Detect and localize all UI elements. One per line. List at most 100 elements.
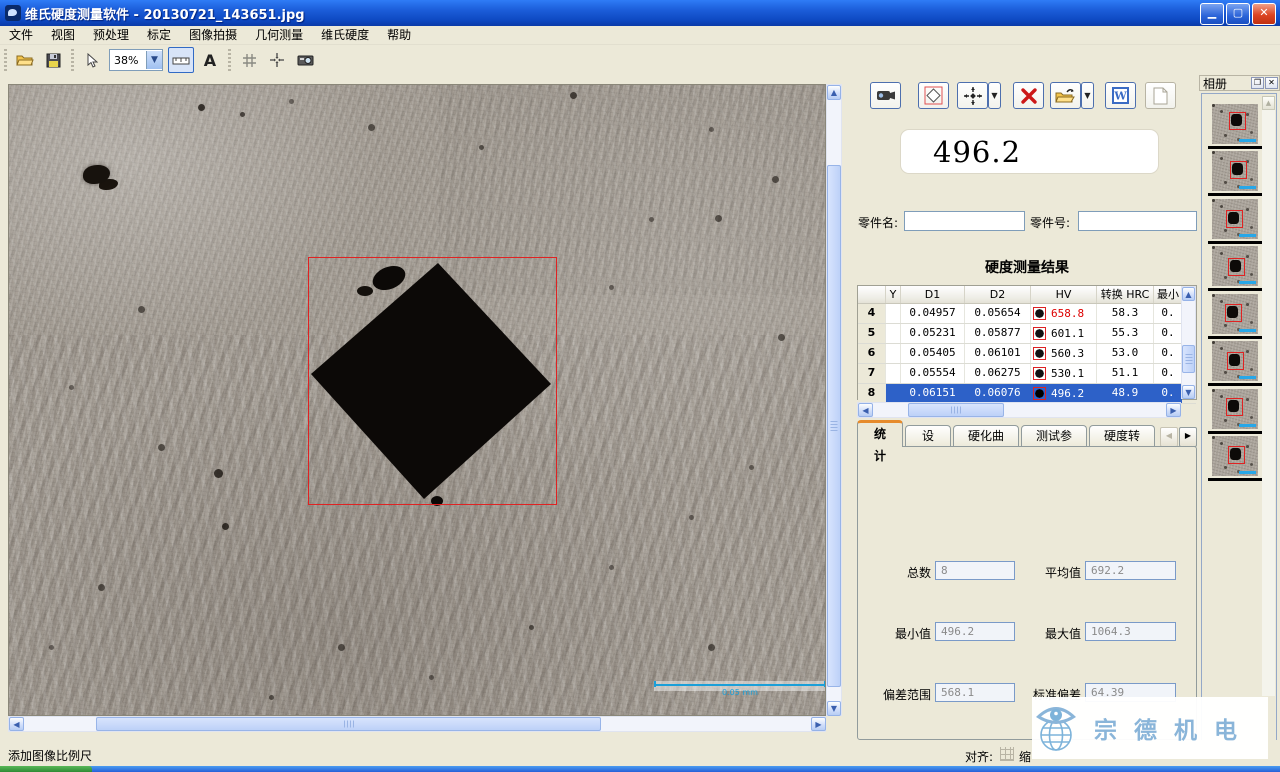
scroll-right-icon[interactable]: ▶ — [1166, 403, 1181, 417]
album-header: 相册 ❐ ✕ — [1199, 75, 1280, 91]
album-thumbnail[interactable] — [1208, 149, 1262, 196]
tab-hardness-conversion[interactable]: 硬度转换 — [1089, 425, 1155, 447]
scroll-left-icon[interactable]: ◀ — [9, 717, 24, 731]
menu-preprocess[interactable]: 预处理 — [84, 26, 138, 44]
close-button[interactable]: ✕ — [1252, 3, 1276, 25]
tab-statistics[interactable]: 统计 — [857, 420, 903, 447]
col-d2[interactable]: D2 — [965, 286, 1031, 303]
move-marker-button[interactable] — [957, 82, 988, 109]
text-tool-button[interactable]: A — [198, 48, 222, 72]
save-button[interactable] — [41, 48, 65, 72]
col-hrc[interactable]: 转换 HRC — [1097, 286, 1154, 303]
scroll-up-icon[interactable]: ▲ — [827, 85, 841, 100]
grid-icon — [242, 53, 257, 68]
album-thumbnail[interactable] — [1208, 292, 1262, 339]
scroll-down-icon[interactable]: ▼ — [827, 701, 841, 716]
table-row[interactable]: 5 0.05231 0.05877 601.1 55.3 0. — [858, 324, 1196, 344]
image-hscrollbar[interactable]: ◀ ▶ — [8, 716, 826, 732]
zoom-combobox[interactable]: 38% ▼ — [109, 49, 163, 71]
measurement-box[interactable] — [308, 257, 557, 505]
tab-scroll-right-icon[interactable]: ▶ — [1179, 427, 1197, 447]
new-blank-button[interactable] — [1145, 82, 1176, 109]
col-y[interactable]: Y — [886, 286, 901, 303]
capture-button[interactable] — [293, 48, 317, 72]
range-field: 568.1 — [935, 683, 1015, 702]
album-thumbnail[interactable] — [1208, 197, 1262, 244]
video-capture-button[interactable] — [870, 82, 901, 109]
open-album-button[interactable] — [1050, 82, 1081, 109]
measure-tool-button[interactable] — [168, 47, 194, 73]
tab-test-parameters[interactable]: 测试参数 — [1021, 425, 1087, 447]
table-row-selected[interactable]: 8 0.06151 0.06076 496.2 48.9 0. — [858, 384, 1196, 404]
album-thumbnail[interactable] — [1208, 339, 1262, 386]
col-d1[interactable]: D1 — [901, 286, 965, 303]
status-message: 添加图像比例尺 — [8, 747, 92, 764]
move-marker-dropdown[interactable]: ▼ — [988, 82, 1001, 109]
text-tool-icon: A — [204, 51, 216, 70]
export-word-button[interactable]: W — [1105, 82, 1136, 109]
watermark-text: 宗德机电 — [1094, 711, 1254, 745]
album-thumbnail[interactable] — [1208, 244, 1262, 291]
grid-button[interactable] — [237, 48, 261, 72]
scroll-left-icon[interactable]: ◀ — [858, 403, 873, 417]
scroll-up-icon[interactable]: ▲ — [1182, 287, 1195, 301]
part-name-input[interactable] — [904, 211, 1025, 231]
float-panel-icon[interactable]: ❐ — [1251, 77, 1264, 89]
pointer-tool-button[interactable] — [80, 48, 104, 72]
hscroll-thumb[interactable] — [908, 403, 1004, 417]
album-scrollbar[interactable]: ▲ — [1262, 96, 1275, 696]
table-vscrollbar[interactable]: ▲ ▼ — [1181, 286, 1196, 399]
chevron-down-icon[interactable]: ▼ — [146, 51, 162, 69]
max-label: 最大值 — [1018, 625, 1081, 642]
col-hv[interactable]: HV — [1031, 286, 1097, 303]
menu-vickers-hardness[interactable]: 维氏硬度 — [312, 26, 378, 44]
center-arrows-icon — [269, 52, 285, 68]
tab-scroll-left-icon[interactable]: ◀ — [1160, 427, 1178, 447]
album-panel: 相册 ❐ ✕ ▲ — [1199, 75, 1280, 765]
menu-calibration[interactable]: 标定 — [138, 26, 180, 44]
scroll-down-icon[interactable]: ▼ — [1182, 385, 1195, 399]
open-album-dropdown[interactable]: ▼ — [1081, 82, 1094, 109]
delete-result-button[interactable] — [1013, 82, 1044, 109]
center-view-button[interactable] — [265, 48, 289, 72]
table-row[interactable]: 6 0.05405 0.06101 560.3 53.0 0. — [858, 344, 1196, 364]
max-field: 1064.3 — [1085, 622, 1176, 641]
micrograph-image[interactable]: 0.05 mm — [8, 84, 826, 716]
menu-file[interactable]: 文件 — [0, 26, 42, 44]
part-no-input[interactable] — [1078, 211, 1197, 231]
measure-indent-button[interactable] — [918, 82, 949, 109]
save-floppy-icon — [46, 53, 61, 68]
table-row[interactable]: 7 0.05554 0.06275 530.1 51.1 0. — [858, 364, 1196, 384]
taskbar-edge — [0, 766, 1280, 772]
menu-image-capture[interactable]: 图像拍摄 — [180, 26, 246, 44]
menu-help[interactable]: 帮助 — [378, 26, 420, 44]
album-thumbnail[interactable] — [1208, 387, 1262, 434]
total-field: 8 — [935, 561, 1015, 580]
hardness-result-display: 496.2 — [900, 129, 1159, 174]
svg-text:W: W — [1113, 90, 1127, 103]
vscroll-thumb[interactable] — [1182, 345, 1195, 373]
tab-hardening-curve[interactable]: 硬化曲线 — [953, 425, 1019, 447]
video-camera-icon — [876, 89, 896, 102]
tab-settings[interactable]: 设置 — [905, 425, 951, 447]
align-grid-icon[interactable] — [1000, 747, 1014, 761]
scroll-up-icon[interactable]: ▲ — [1262, 96, 1275, 110]
menu-view[interactable]: 视图 — [42, 26, 84, 44]
hscroll-thumb[interactable] — [96, 717, 601, 731]
open-file-button[interactable] — [13, 48, 37, 72]
table-row[interactable]: 4 0.04957 0.05654 658.8 58.3 0. — [858, 304, 1196, 324]
minimize-button[interactable]: ▁ — [1200, 3, 1224, 25]
col-min[interactable]: 最小 — [1154, 286, 1182, 303]
image-vscrollbar[interactable]: ▲ ▼ — [826, 84, 842, 716]
table-hscrollbar[interactable]: ◀ ▶ — [857, 402, 1181, 418]
album-thumbnail[interactable] — [1208, 102, 1262, 149]
vscroll-thumb[interactable] — [827, 165, 841, 687]
close-panel-icon[interactable]: ✕ — [1265, 77, 1278, 89]
scroll-right-icon[interactable]: ▶ — [811, 717, 826, 731]
open-folder-icon — [16, 53, 34, 67]
window-title: 维氏硬度测量软件 - 20130721_143651.jpg — [25, 4, 305, 23]
album-thumbnail[interactable] — [1208, 434, 1262, 481]
zoom-value: 38% — [110, 54, 146, 67]
menu-geometry-measure[interactable]: 几何测量 — [246, 26, 312, 44]
maximize-button[interactable]: ▢ — [1226, 3, 1250, 25]
